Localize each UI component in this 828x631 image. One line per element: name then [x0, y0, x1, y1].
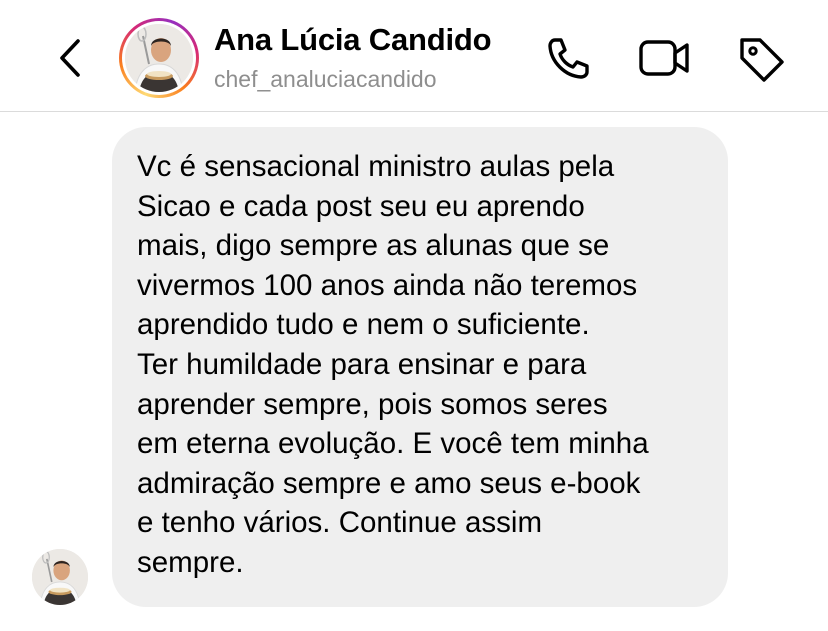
sender-avatar[interactable] [32, 549, 88, 605]
message-bubble[interactable]: Vc é sensacional ministro aulas pela Sic… [112, 127, 728, 607]
chef-photo [125, 24, 193, 92]
video-camera-icon[interactable] [638, 34, 690, 82]
tag-icon[interactable] [736, 34, 788, 82]
contact-username: chef_analuciacandido [214, 66, 437, 92]
phone-icon[interactable] [541, 34, 593, 82]
chevron-left-icon[interactable] [52, 36, 88, 80]
contact-name[interactable]: Ana Lúcia Candido [214, 22, 492, 58]
profile-avatar[interactable] [119, 18, 199, 98]
message-text: Vc é sensacional ministro aulas pela Sic… [137, 150, 649, 579]
chat-header: Ana Lúcia Candido chef_analuciacandido [0, 0, 828, 112]
